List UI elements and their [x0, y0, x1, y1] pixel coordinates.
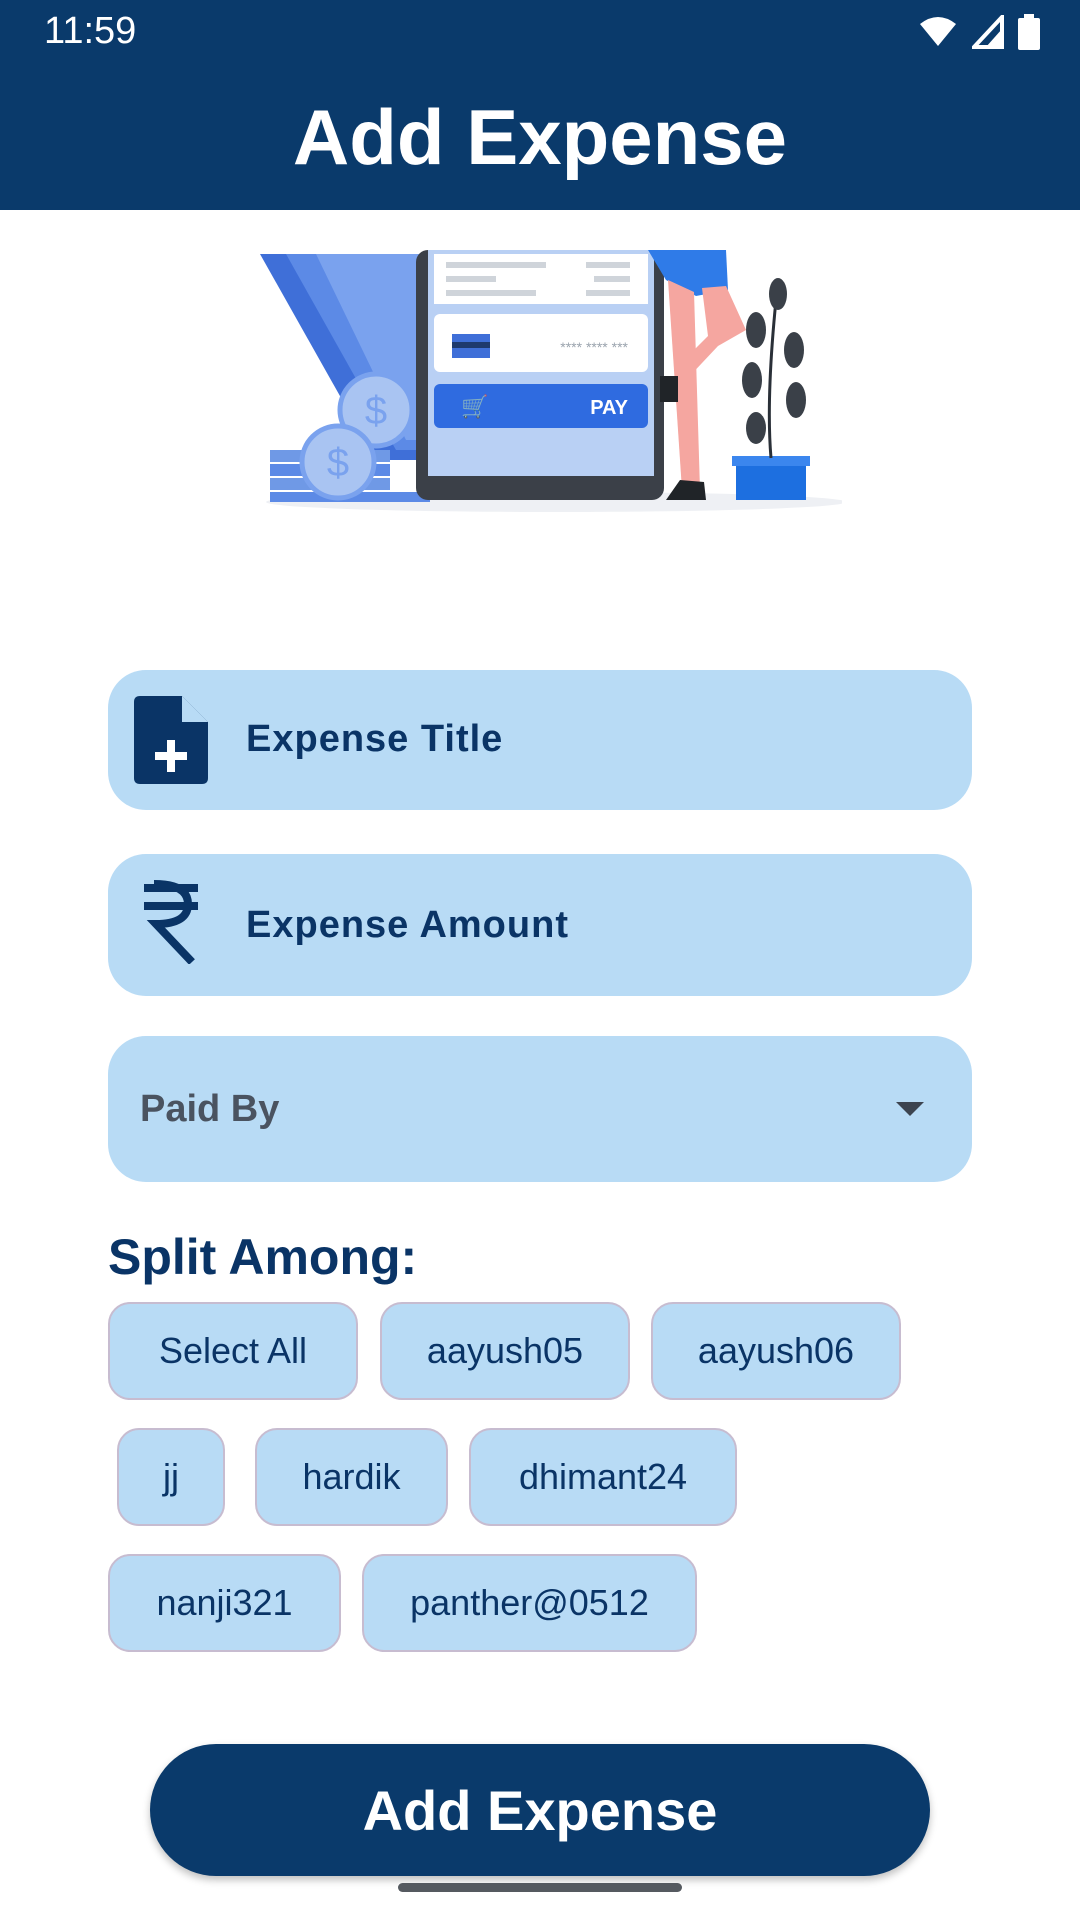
status-time: 11:59: [44, 10, 137, 52]
svg-text:🛒: 🛒: [461, 394, 488, 420]
svg-text:$: $: [327, 441, 349, 485]
page-title: Add Expense: [292, 93, 788, 181]
svg-text:**** **** ***: **** **** ***: [560, 339, 628, 355]
rupee-icon: [144, 880, 198, 964]
expense-amount-placeholder: Expense Amount: [246, 904, 569, 946]
status-icons: [918, 12, 1040, 52]
split-among-heading: Split Among:: [108, 1229, 418, 1285]
member-chip[interactable]: nanji321: [108, 1554, 341, 1652]
wifi-icon: [920, 17, 956, 46]
signal-icon: [972, 15, 1004, 49]
member-chip[interactable]: dhimant24: [469, 1428, 737, 1526]
svg-text:PAY: PAY: [590, 397, 628, 419]
paid-by-dropdown[interactable]: Paid By: [108, 1036, 972, 1182]
select-all-chip[interactable]: Select All: [108, 1302, 358, 1400]
app-bar: 11:59 Add Expense: [0, 0, 1080, 210]
member-chip[interactable]: hardik: [255, 1428, 448, 1526]
file-add-icon: [134, 696, 208, 784]
member-chip[interactable]: panther@0512: [362, 1554, 697, 1652]
expense-amount-input[interactable]: Expense Amount: [108, 854, 972, 996]
payment-illustration: $ $ **** **** *** 🛒 PAY: [260, 250, 842, 512]
member-chip[interactable]: aayush05: [380, 1302, 630, 1400]
expense-title-placeholder: Expense Title: [246, 718, 504, 760]
add-expense-button[interactable]: Add Expense: [150, 1744, 930, 1876]
member-chip[interactable]: aayush06: [651, 1302, 901, 1400]
home-indicator[interactable]: [398, 1883, 682, 1892]
paid-by-label: Paid By: [140, 1088, 280, 1130]
member-chip[interactable]: jj: [117, 1428, 225, 1526]
dropdown-arrow-icon: [896, 1102, 924, 1116]
expense-title-input[interactable]: Expense Title: [108, 670, 972, 810]
svg-text:$: $: [365, 389, 387, 433]
battery-icon: [1018, 14, 1040, 50]
